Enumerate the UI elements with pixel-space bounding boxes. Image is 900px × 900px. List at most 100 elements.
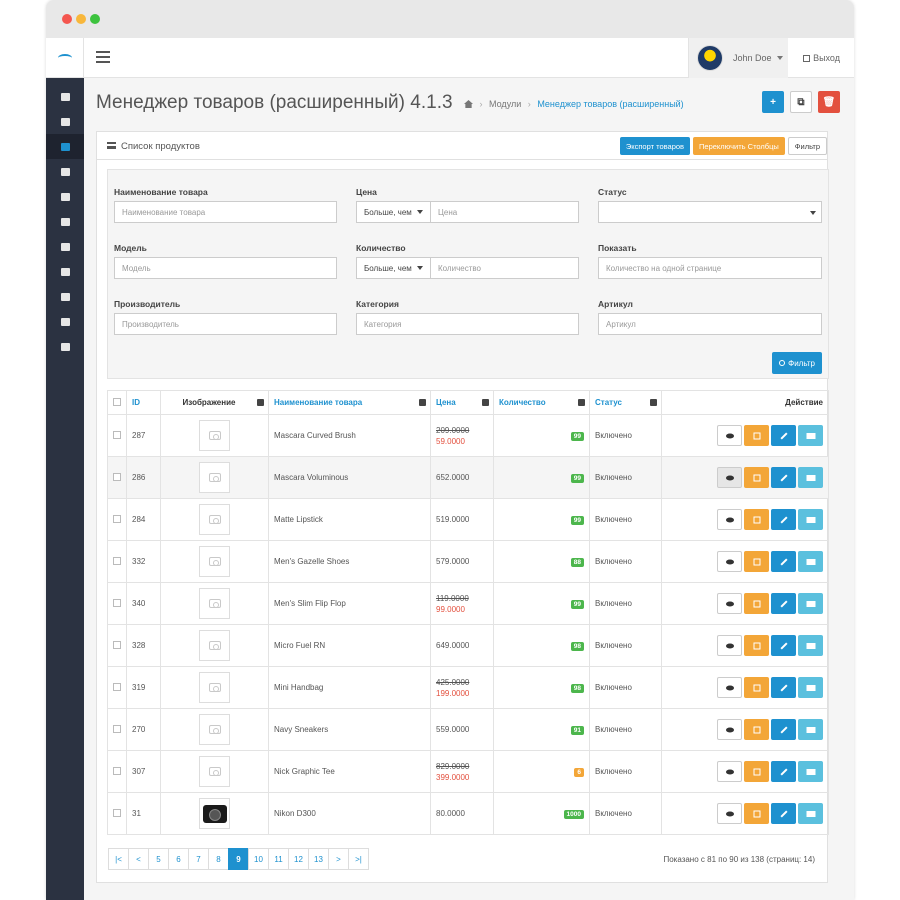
product-thumbnail[interactable] bbox=[199, 504, 230, 535]
quick-edit-button[interactable] bbox=[744, 635, 769, 656]
details-button[interactable] bbox=[798, 803, 823, 824]
quick-edit-button[interactable] bbox=[744, 467, 769, 488]
product-status[interactable]: Включено bbox=[589, 540, 662, 583]
select-all-checkbox[interactable] bbox=[113, 397, 121, 406]
product-name[interactable]: Matte Lipstick bbox=[268, 498, 431, 541]
product-thumbnail[interactable] bbox=[199, 630, 230, 661]
quick-edit-button[interactable] bbox=[744, 761, 769, 782]
row-checkbox[interactable] bbox=[113, 430, 121, 439]
product-status[interactable]: Включено bbox=[589, 666, 662, 709]
edit-button[interactable] bbox=[771, 425, 796, 446]
page-link[interactable]: 13 bbox=[308, 848, 329, 870]
product-quantity-cell[interactable]: 98 bbox=[493, 666, 590, 709]
breadcrumb-current[interactable]: Менеджер товаров (расширенный) bbox=[537, 99, 683, 109]
product-quantity-cell[interactable]: 91 bbox=[493, 708, 590, 751]
details-button[interactable] bbox=[798, 509, 823, 530]
product-quantity-cell[interactable]: 88 bbox=[493, 540, 590, 583]
product-name[interactable]: Nick Graphic Tee bbox=[268, 750, 431, 793]
sku-field[interactable]: Артикул bbox=[598, 313, 822, 335]
product-quantity-cell[interactable]: 99 bbox=[493, 414, 590, 457]
user-menu[interactable]: John Doe bbox=[688, 38, 788, 78]
details-button[interactable] bbox=[798, 593, 823, 614]
delete-button[interactable]: 🗑 bbox=[818, 91, 840, 113]
edit-button[interactable] bbox=[771, 677, 796, 698]
col-quantity[interactable]: Количество bbox=[493, 390, 590, 415]
product-name[interactable]: Men's Gazelle Shoes bbox=[268, 540, 431, 583]
product-thumbnail[interactable] bbox=[199, 462, 230, 493]
product-name[interactable]: Mascara Curved Brush bbox=[268, 414, 431, 457]
product-thumbnail[interactable] bbox=[199, 714, 230, 745]
product-price-cell[interactable]: 519.0000 bbox=[430, 498, 494, 541]
product-quantity-cell[interactable]: 99 bbox=[493, 498, 590, 541]
row-checkbox[interactable] bbox=[113, 766, 121, 775]
col-image[interactable]: Изображение bbox=[160, 390, 269, 415]
product-price-cell[interactable]: 829.0000 399.0000 bbox=[430, 750, 494, 793]
product-status[interactable]: Включено bbox=[589, 582, 662, 625]
row-checkbox[interactable] bbox=[113, 724, 121, 733]
product-price-cell[interactable]: 652.0000 bbox=[430, 456, 494, 499]
product-status[interactable]: Включено bbox=[589, 792, 662, 835]
sidebar-item-4[interactable] bbox=[46, 184, 84, 209]
edit-button[interactable] bbox=[771, 635, 796, 656]
edit-button[interactable] bbox=[771, 761, 796, 782]
quick-edit-button[interactable] bbox=[744, 425, 769, 446]
view-button[interactable] bbox=[717, 509, 742, 530]
product-quantity-cell[interactable]: 98 bbox=[493, 624, 590, 667]
product-status[interactable]: Включено bbox=[589, 750, 662, 793]
product-name[interactable]: Mascara Voluminous bbox=[268, 456, 431, 499]
details-button[interactable] bbox=[798, 551, 823, 572]
row-checkbox[interactable] bbox=[113, 472, 121, 481]
edit-button[interactable] bbox=[771, 467, 796, 488]
sidebar-item-1[interactable] bbox=[46, 109, 84, 134]
sidebar-item-5[interactable] bbox=[46, 209, 84, 234]
quick-edit-button[interactable] bbox=[744, 593, 769, 614]
edit-button[interactable] bbox=[771, 803, 796, 824]
row-checkbox[interactable] bbox=[113, 556, 121, 565]
view-button[interactable] bbox=[717, 467, 742, 488]
edit-button[interactable] bbox=[771, 719, 796, 740]
sidebar-item-10[interactable] bbox=[46, 334, 84, 359]
view-button[interactable] bbox=[717, 593, 742, 614]
col-status[interactable]: Статус bbox=[589, 390, 662, 415]
details-button[interactable] bbox=[798, 719, 823, 740]
page-link[interactable]: 10 bbox=[248, 848, 269, 870]
page-link[interactable]: >| bbox=[348, 848, 369, 870]
product-status[interactable]: Включено bbox=[589, 498, 662, 541]
details-button[interactable] bbox=[798, 677, 823, 698]
product-thumbnail[interactable] bbox=[199, 798, 230, 829]
product-price-cell[interactable]: 425.0000 199.0000 bbox=[430, 666, 494, 709]
row-checkbox[interactable] bbox=[113, 598, 121, 607]
product-name[interactable]: Men's Slim Flip Flop bbox=[268, 582, 431, 625]
page-link[interactable]: 7 bbox=[188, 848, 209, 870]
product-status[interactable]: Включено bbox=[589, 708, 662, 751]
page-link[interactable]: 9 bbox=[228, 848, 249, 870]
close-window-button[interactable] bbox=[62, 14, 72, 24]
product-price-cell[interactable]: 119.0000 99.0000 bbox=[430, 582, 494, 625]
page-link[interactable]: 8 bbox=[208, 848, 229, 870]
product-price-cell[interactable]: 559.0000 bbox=[430, 708, 494, 751]
select-all-header[interactable] bbox=[107, 390, 127, 415]
page-link[interactable]: 6 bbox=[168, 848, 189, 870]
page-link[interactable]: |< bbox=[108, 848, 129, 870]
row-checkbox[interactable] bbox=[113, 682, 121, 691]
product-price-cell[interactable]: 649.0000 bbox=[430, 624, 494, 667]
edit-column-icon[interactable] bbox=[482, 399, 489, 406]
edit-column-icon[interactable] bbox=[578, 399, 585, 406]
details-button[interactable] bbox=[798, 425, 823, 446]
quick-edit-button[interactable] bbox=[744, 803, 769, 824]
product-thumbnail[interactable] bbox=[199, 588, 230, 619]
menu-toggle-button[interactable] bbox=[96, 51, 110, 63]
view-button[interactable] bbox=[717, 803, 742, 824]
row-checkbox[interactable] bbox=[113, 640, 121, 649]
page-link[interactable]: 12 bbox=[288, 848, 309, 870]
sidebar-item-0[interactable] bbox=[46, 84, 84, 109]
details-button[interactable] bbox=[798, 761, 823, 782]
filter-submit-button[interactable]: Фильтр bbox=[772, 352, 822, 374]
maximize-window-button[interactable] bbox=[90, 14, 100, 24]
breadcrumb-modules[interactable]: Модули bbox=[489, 99, 521, 109]
product-price-cell[interactable]: 579.0000 bbox=[430, 540, 494, 583]
sidebar-item-3[interactable] bbox=[46, 159, 84, 184]
product-price-cell[interactable]: 80.0000 bbox=[430, 792, 494, 835]
product-name[interactable]: Nikon D300 bbox=[268, 792, 431, 835]
quantity-field[interactable]: Количество bbox=[430, 257, 579, 279]
